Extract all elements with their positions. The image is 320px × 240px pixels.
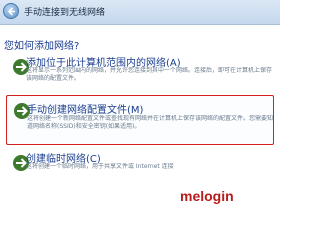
option-create-adhoc-network[interactable]: 创建临时网络(C) 这将创建一个临时网络，用于共享文件或 Internet 连接 [6, 148, 274, 180]
back-arrow-icon [7, 7, 15, 16]
back-button[interactable] [3, 3, 19, 19]
option-title: 手动创建网络配置文件(M) [27, 105, 144, 116]
page-heading: 您如何添加网络? [4, 41, 80, 52]
watermark: melogin [180, 188, 234, 204]
option-description: 这将显示一系列范围内的网络，并允许您连接到其中一个网络。连接后，即可在计算机上保… [26, 67, 273, 82]
option-description: 这将创建一个新网络配置文件或查找现有网络并在计算机上保存该网络的配置文件。您需要… [27, 115, 274, 130]
title-bar: 手动连接到无线网络 [0, 0, 280, 25]
option-description: 这将创建一个临时网络，用于共享文件或 Internet 连接 [26, 163, 174, 170]
window-title: 手动连接到无线网络 [24, 8, 106, 18]
option-manual-create-profile[interactable]: 手动创建网络配置文件(M) 这将创建一个新网络配置文件或查找现有网络并在计算机上… [6, 95, 274, 145]
option-add-network-in-range[interactable]: 添加位于此计算机范围内的网络(A) 这将显示一系列范围内的网络，并允许您连接到其… [6, 52, 274, 90]
